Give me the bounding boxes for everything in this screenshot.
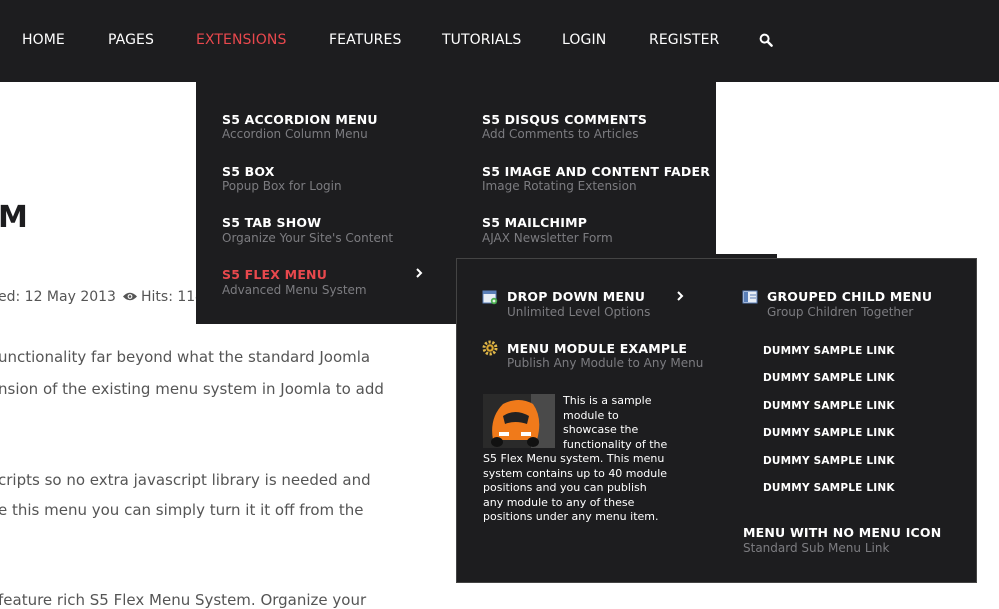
window-icon	[482, 290, 498, 305]
menu-item-module-example[interactable]: MENU MODULE EXAMPLE	[507, 341, 687, 356]
nav-home[interactable]: HOME	[22, 32, 65, 48]
article-paragraph-line: cripts so no extra javascript library is…	[0, 471, 371, 489]
menu-item-subtitle: Image Rotating Extension	[482, 179, 637, 193]
article-paragraph-line: nsion of the existing menu system in Joo…	[0, 380, 384, 398]
search-icon[interactable]	[759, 33, 773, 47]
menu-item-drop-down[interactable]: DROP DOWN MENU	[507, 289, 645, 304]
published-date: ed: 12 May 2013	[0, 289, 116, 305]
menu-item-subtitle: Popup Box for Login	[222, 179, 342, 193]
dummy-sample-link[interactable]: DUMMY SAMPLE LINK	[763, 400, 895, 412]
article-paragraph-line: feature rich S5 Flex Menu System. Organi…	[0, 591, 367, 609]
menu-item-box[interactable]: S5 BOX	[222, 164, 275, 179]
dummy-sample-link[interactable]: DUMMY SAMPLE LINK	[763, 427, 895, 439]
menu-item-no-icon[interactable]: MENU WITH NO MENU ICON	[743, 525, 941, 540]
menu-item-subtitle: Group Children Together	[767, 305, 914, 319]
sample-module: This is a sample module to showcase the …	[483, 394, 668, 525]
chevron-right-icon	[416, 268, 423, 278]
nav-register[interactable]: REGISTER	[649, 32, 719, 48]
nav-login[interactable]: LOGIN	[562, 32, 606, 48]
dummy-sample-link[interactable]: DUMMY SAMPLE LINK	[763, 482, 895, 494]
nav-tutorials[interactable]: TUTORIALS	[442, 32, 521, 48]
menu-item-subtitle: Add Comments to Articles	[482, 127, 639, 141]
article-paragraph-line: e this menu you can simply turn it it of…	[0, 501, 364, 519]
top-navigation: HOME PAGES EXTENSIONS FEATURES TUTORIALS…	[0, 0, 999, 82]
menu-item-mailchimp[interactable]: S5 MAILCHIMP	[482, 215, 587, 230]
nav-extensions[interactable]: EXTENSIONS	[196, 32, 286, 48]
menu-item-accordion[interactable]: S5 ACCORDION MENU	[222, 112, 378, 127]
grouped-menu-icon	[742, 290, 758, 304]
nav-features[interactable]: FEATURES	[329, 32, 401, 48]
menu-item-disqus[interactable]: S5 DISQUS COMMENTS	[482, 112, 647, 127]
eye-icon	[123, 292, 137, 301]
article-paragraph-line: unctionality far beyond what the standar…	[0, 348, 371, 366]
article-title: M	[0, 200, 28, 235]
menu-item-subtitle: Advanced Menu System	[222, 283, 367, 297]
menu-item-grouped-child[interactable]: GROUPED CHILD MENU	[767, 289, 932, 304]
menu-item-subtitle: Unlimited Level Options	[507, 305, 651, 319]
menu-item-flex-menu[interactable]: S5 FLEX MENU	[222, 267, 327, 282]
hits-count: Hits: 114	[141, 289, 205, 305]
menu-item-subtitle: Accordion Column Menu	[222, 127, 368, 141]
dummy-sample-link[interactable]: DUMMY SAMPLE LINK	[763, 455, 895, 467]
menu-item-subtitle: AJAX Newsletter Form	[482, 231, 613, 245]
dummy-sample-link[interactable]: DUMMY SAMPLE LINK	[763, 372, 895, 384]
menu-item-subtitle: Publish Any Module to Any Menu	[507, 356, 704, 370]
menu-item-subtitle: Standard Sub Menu Link	[743, 541, 890, 555]
menu-item-image-fader[interactable]: S5 IMAGE AND CONTENT FADER	[482, 164, 710, 179]
gear-icon	[482, 340, 498, 356]
chevron-right-icon	[677, 291, 684, 301]
menu-item-tab-show[interactable]: S5 TAB SHOW	[222, 215, 321, 230]
dummy-sample-link[interactable]: DUMMY SAMPLE LINK	[763, 345, 895, 357]
menu-item-subtitle: Organize Your Site's Content	[222, 231, 394, 245]
car-image	[483, 394, 555, 448]
nav-pages[interactable]: PAGES	[108, 32, 154, 48]
